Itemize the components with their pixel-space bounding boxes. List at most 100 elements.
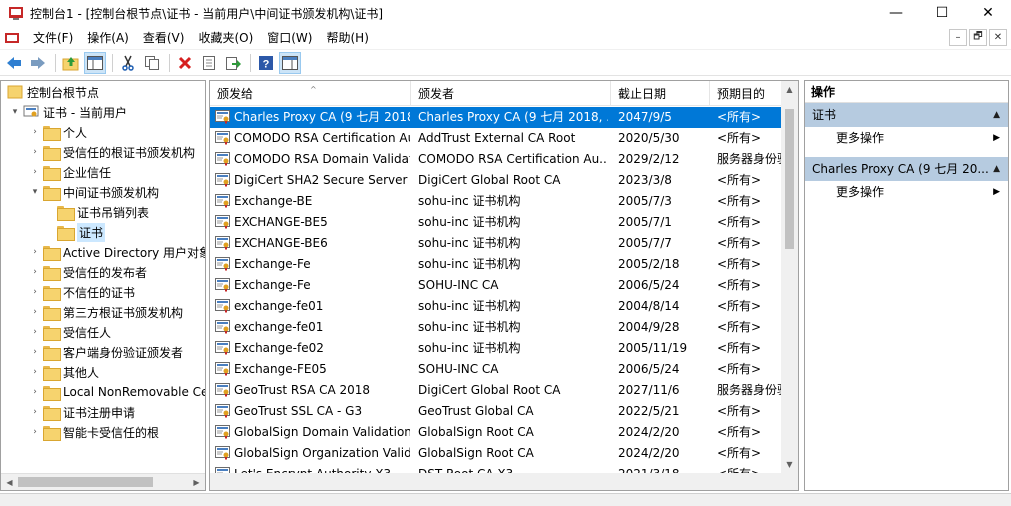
mdi-minimize-button[interactable]: –: [949, 29, 967, 46]
export-icon[interactable]: [222, 52, 244, 74]
action-group-selected-certificate[interactable]: Charles Proxy CA (9 七月 20... ▲: [805, 157, 1008, 181]
tree-item[interactable]: › 受信任的根证书颁发机构: [29, 142, 195, 162]
properties-icon[interactable]: [198, 52, 220, 74]
show-hide-tree-icon[interactable]: [84, 52, 106, 74]
table-row[interactable]: exchange-fe01 sohu-inc 证书机构 2004/8/14 <所有>: [210, 296, 782, 317]
back-arrow-icon[interactable]: [3, 52, 25, 74]
table-row[interactable]: GeoTrust SSL CA - G3 GeoTrust Global CA 20…: [210, 401, 782, 422]
forward-arrow-icon[interactable]: [27, 52, 49, 74]
tree-item[interactable]: › 受信任的发布者: [29, 262, 147, 282]
table-row[interactable]: EXCHANGE-BE6 sohu-inc 证书机构 2005/7/7 <所有>: [210, 233, 782, 254]
collapse-chevron-icon[interactable]: ▾: [29, 186, 41, 198]
table-row[interactable]: exchange-fe01 sohu-inc 证书机构 2004/9/28 <所有>: [210, 317, 782, 338]
expand-chevron-icon[interactable]: ›: [29, 386, 41, 398]
tree-item[interactable]: 控制台根节点: [7, 82, 99, 102]
tree-item[interactable]: › 不信任的证书: [29, 282, 135, 302]
maximize-button[interactable]: ☐: [919, 0, 965, 26]
up-folder-icon[interactable]: [60, 52, 82, 74]
table-row[interactable]: Exchange-BE sohu-inc 证书机构 2005/7/3 <所有>: [210, 191, 782, 212]
table-row[interactable]: DigiCert SHA2 Secure Server CA DigiCert G…: [210, 170, 782, 191]
more-actions-item[interactable]: 更多操作 ▶: [805, 127, 1008, 150]
tree-item[interactable]: 证书: [49, 222, 106, 242]
expand-chevron-icon[interactable]: ›: [29, 146, 41, 158]
tree-item[interactable]: ▾ 中间证书颁发机构: [29, 182, 159, 202]
cut-icon[interactable]: [117, 52, 139, 74]
tree-item[interactable]: › Active Directory 用户对象: [29, 242, 205, 262]
tree-item[interactable]: › 其他人: [29, 362, 99, 382]
expand-chevron-icon[interactable]: ›: [29, 266, 41, 278]
tree-horizontal-scrollbar[interactable]: ◀ ▶: [1, 473, 205, 490]
mdi-restore-button[interactable]: 🗗: [969, 29, 987, 46]
menu-favorites[interactable]: 收藏夹(O): [191, 26, 260, 50]
table-row[interactable]: GeoTrust RSA CA 2018 DigiCert Global Root…: [210, 380, 782, 401]
tree-item[interactable]: › 智能卡受信任的根: [29, 422, 159, 442]
table-row[interactable]: Exchange-Fe SOHU-INC CA 2006/5/24 <所有>: [210, 275, 782, 296]
console-tree-pane[interactable]: 控制台根节点 ▾ 证书 - 当前用户 › 个人 › 受信任的根证书颁发机构 › 企业信任 ▾ 中间证…: [0, 80, 206, 491]
tree-item[interactable]: › 个人: [29, 122, 87, 142]
scroll-left-icon[interactable]: ◀: [1, 474, 18, 490]
copy-icon[interactable]: [141, 52, 163, 74]
cell-expires: 2005/2/18: [618, 257, 680, 271]
mdi-close-button[interactable]: ✕: [989, 29, 1007, 46]
table-row[interactable]: Exchange-fe02 sohu-inc 证书机构 2005/11/19 <所有>: [210, 338, 782, 359]
cell-purpose: <所有>: [717, 131, 762, 145]
more-actions-item[interactable]: 更多操作 ▶: [805, 181, 1008, 204]
table-row[interactable]: Exchange-Fe sohu-inc 证书机构 2005/2/18 <所有>: [210, 254, 782, 275]
expand-chevron-icon[interactable]: ›: [29, 306, 41, 318]
list-horizontal-scrollbar[interactable]: [210, 473, 798, 490]
certificate-list-pane[interactable]: 颁发给 ^ 颁发者 截止日期 预期目的 Charles Proxy CA (9 …: [209, 80, 799, 491]
expand-chevron-icon[interactable]: ›: [29, 126, 41, 138]
scrollbar-thumb[interactable]: [18, 477, 153, 487]
expand-chevron-icon[interactable]: ›: [29, 286, 41, 298]
scroll-down-icon[interactable]: ▼: [781, 456, 798, 473]
menu-action[interactable]: 操作(A): [80, 26, 136, 50]
minimize-button[interactable]: —: [873, 0, 919, 26]
cell-issued-by: DigiCert Global Root CA: [418, 383, 561, 397]
expand-chevron-icon[interactable]: ›: [29, 326, 41, 338]
table-row[interactable]: GlobalSign Organization Valid... GlobalSi…: [210, 443, 782, 464]
table-row[interactable]: GlobalSign Domain Validation ... GlobalSi…: [210, 422, 782, 443]
delete-icon[interactable]: [174, 52, 196, 74]
expand-chevron-icon[interactable]: ›: [29, 346, 41, 358]
expand-chevron-icon[interactable]: ›: [29, 426, 41, 438]
collapse-up-icon[interactable]: ▲: [993, 103, 1000, 127]
collapse-up-icon[interactable]: ▲: [993, 157, 1000, 181]
column-header-issued-to[interactable]: 颁发给 ^: [210, 81, 411, 106]
expand-chevron-icon[interactable]: ›: [29, 166, 41, 178]
mmc-app-icon[interactable]: [8, 5, 24, 21]
expand-chevron-icon[interactable]: ›: [29, 246, 41, 258]
tree-item[interactable]: › Local NonRemovable Certificates: [29, 382, 205, 402]
menu-view[interactable]: 查看(V): [136, 26, 192, 50]
list-vertical-scrollbar[interactable]: ▲ ▼: [781, 81, 798, 490]
cell-expires: 2047/9/5: [618, 110, 672, 124]
expand-chevron-icon[interactable]: ›: [29, 366, 41, 378]
menu-window[interactable]: 窗口(W): [260, 26, 319, 50]
tree-item[interactable]: 证书吊销列表: [49, 202, 149, 222]
console-menu-icon[interactable]: [4, 30, 20, 46]
tree-item[interactable]: ▾ 证书 - 当前用户: [9, 102, 127, 122]
show-hide-action-icon[interactable]: [279, 52, 301, 74]
scrollbar-thumb[interactable]: [785, 109, 794, 249]
table-row[interactable]: Charles Proxy CA (9 七月 2018, ... Charles …: [210, 107, 782, 128]
action-group-certificates[interactable]: 证书 ▲: [805, 103, 1008, 127]
table-row[interactable]: Exchange-FE05 SOHU-INC CA 2006/5/24 <所有>: [210, 359, 782, 380]
menu-help[interactable]: 帮助(H): [319, 26, 375, 50]
scroll-up-icon[interactable]: ▲: [781, 81, 798, 98]
table-row[interactable]: COMODO RSA Domain Validatio... COMODO RSA…: [210, 149, 782, 170]
tree-item[interactable]: › 第三方根证书颁发机构: [29, 302, 183, 322]
expand-chevron-icon[interactable]: ›: [29, 406, 41, 418]
tree-item[interactable]: › 受信任人: [29, 322, 111, 342]
menu-file[interactable]: 文件(F): [26, 26, 80, 50]
table-row[interactable]: EXCHANGE-BE5 sohu-inc 证书机构 2005/7/1 <所有>: [210, 212, 782, 233]
tree-item[interactable]: › 证书注册申请: [29, 402, 135, 422]
collapse-chevron-icon[interactable]: ▾: [9, 106, 21, 118]
tree-item[interactable]: › 企业信任: [29, 162, 111, 182]
close-button[interactable]: ✕: [965, 0, 1011, 26]
scroll-right-icon[interactable]: ▶: [188, 474, 205, 490]
table-row[interactable]: COMODO RSA Certification Aut... AddTrust …: [210, 128, 782, 149]
column-header-issued-by[interactable]: 颁发者: [411, 81, 611, 106]
tree-item[interactable]: › 客户端身份验证颁发者: [29, 342, 183, 362]
help-icon[interactable]: ?: [255, 52, 277, 74]
cell-issued-by: DigiCert Global Root CA: [418, 173, 561, 187]
column-header-expiration[interactable]: 截止日期: [611, 81, 710, 106]
